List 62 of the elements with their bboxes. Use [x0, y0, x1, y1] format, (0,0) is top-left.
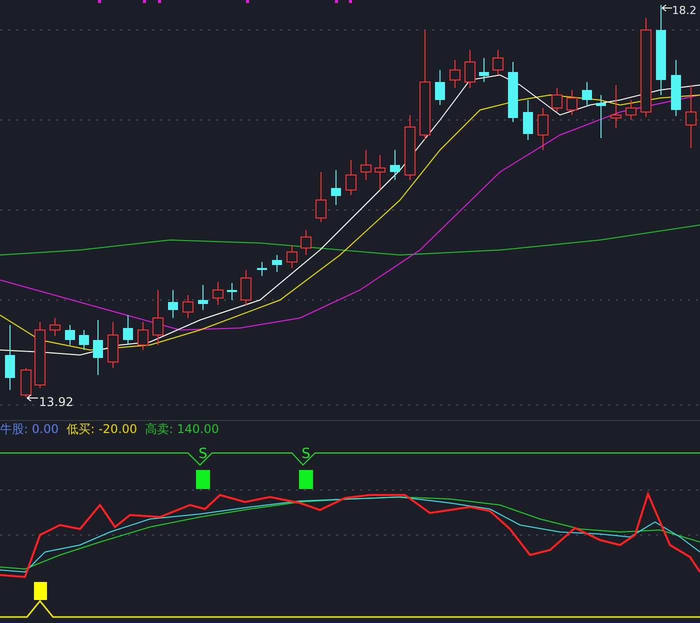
tick-mark — [158, 0, 161, 3]
candlestick — [123, 314, 133, 346]
candlestick — [168, 290, 178, 318]
candlestick — [464, 50, 476, 88]
candlestick — [240, 270, 252, 306]
signal-marker — [299, 470, 313, 489]
candlestick — [582, 82, 592, 106]
candlestick — [626, 100, 636, 120]
buy-signal-marker — [34, 582, 47, 600]
tick-mark — [143, 0, 146, 3]
candlestick — [508, 62, 518, 122]
candlestick — [50, 318, 60, 336]
signal-marker — [196, 470, 210, 489]
candlestick — [65, 324, 75, 346]
candlestick — [671, 60, 681, 116]
candlestick — [435, 70, 445, 106]
candlestick — [198, 284, 208, 310]
candlestick — [566, 90, 578, 116]
candlestick — [138, 322, 148, 350]
candlestick — [596, 94, 606, 138]
candlestick — [404, 114, 416, 180]
candlestick — [79, 330, 89, 350]
price-label: 13.92 — [39, 395, 74, 409]
legend-item: 低买: -20.00 — [66, 422, 138, 436]
tick-mark — [246, 0, 249, 3]
legend-item: 高卖: 140.00 — [145, 422, 220, 436]
candlestick — [212, 282, 224, 306]
candlestick — [93, 320, 103, 376]
candlestick — [360, 150, 372, 180]
candlestick — [479, 58, 489, 82]
pointer-arrow-icon — [662, 4, 672, 12]
signal-label: S — [302, 446, 310, 462]
candlestick — [374, 154, 386, 190]
candlestick — [300, 230, 312, 256]
candlestick — [20, 368, 32, 398]
candlestick — [257, 262, 267, 276]
candlestick — [286, 244, 298, 268]
candlestick — [331, 170, 341, 206]
candlestick — [272, 254, 282, 272]
candlestick — [686, 84, 696, 148]
candlestick — [552, 88, 562, 112]
pointer-arrow-icon — [26, 394, 38, 402]
price-label: 18.2 — [672, 4, 696, 17]
legend-item: 牛股: 0.00 — [0, 422, 59, 436]
candlestick — [346, 160, 356, 196]
candlestick — [523, 100, 533, 140]
tick-mark — [349, 0, 352, 3]
tick-mark — [335, 0, 338, 3]
candlestick — [538, 108, 548, 150]
tick-mark — [98, 0, 101, 3]
candlestick — [492, 50, 504, 76]
candlestick — [610, 84, 622, 128]
candlestick — [227, 282, 237, 300]
candlestick — [34, 322, 46, 388]
candlestick — [390, 150, 400, 180]
signal-label: S — [198, 446, 208, 462]
candlestick — [182, 294, 194, 318]
candlestick — [108, 322, 118, 368]
candlestick — [450, 60, 460, 88]
candlestick — [5, 324, 15, 390]
candlestick — [152, 290, 164, 346]
candlestick — [316, 172, 326, 222]
